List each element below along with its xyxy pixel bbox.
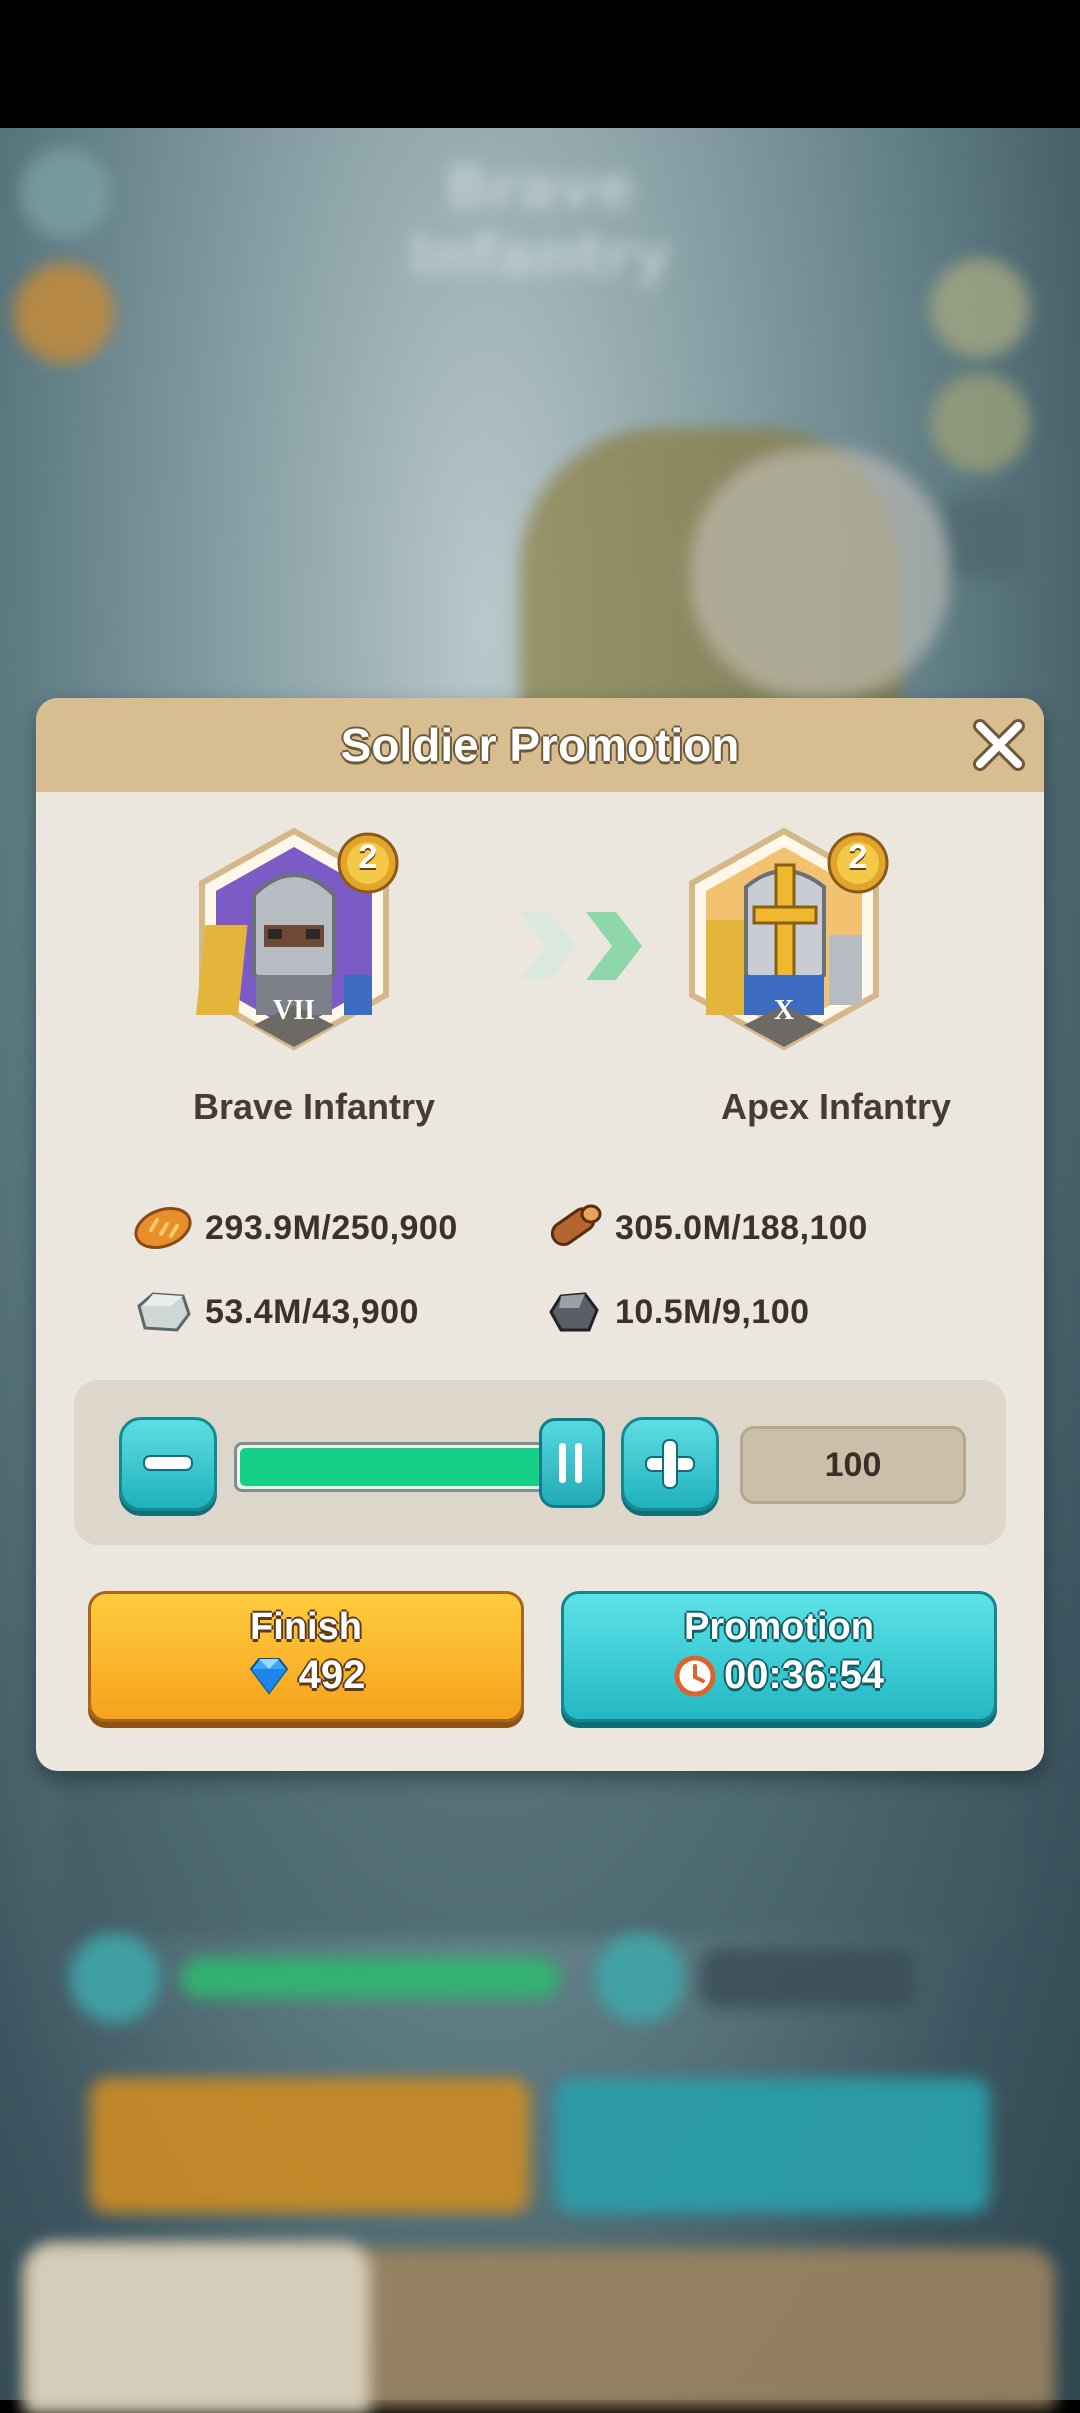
status-bar bbox=[0, 0, 1080, 128]
plus-icon bbox=[645, 1439, 695, 1489]
resource-wood-text: 305.0M/188,100 bbox=[615, 1208, 868, 1247]
background-qty-blurred bbox=[700, 1948, 915, 2008]
slider-thumb[interactable] bbox=[539, 1418, 605, 1508]
from-tier-label: VII bbox=[272, 995, 315, 1026]
background-title: Brave Infantry bbox=[408, 153, 672, 289]
close-icon[interactable] bbox=[970, 716, 1028, 774]
slider-fill bbox=[240, 1448, 564, 1486]
side-icon-blurred bbox=[930, 373, 1030, 473]
background-button-blurred bbox=[90, 2078, 530, 2213]
to-rank-label: 2 bbox=[848, 838, 868, 876]
from-unit-name: Brave Infantry bbox=[192, 1086, 436, 1127]
increase-button[interactable] bbox=[621, 1417, 719, 1511]
promotion-arrow-icon bbox=[520, 912, 642, 980]
soldier-promotion-dialog: Soldier Promotion VII 2 Brave Infantry X… bbox=[36, 698, 1044, 1771]
dialog-title: Soldier Promotion bbox=[340, 719, 740, 771]
promotion-button[interactable]: Promotion 00:36:54 bbox=[561, 1591, 997, 1722]
quantity-slider[interactable] bbox=[234, 1442, 570, 1492]
background-button-blurred bbox=[555, 2078, 990, 2213]
promotion-time: 00:36:54 bbox=[723, 1653, 885, 1697]
from-rank-label: 2 bbox=[358, 838, 378, 876]
diamond-icon bbox=[249, 1657, 288, 1695]
to-unit-name: Apex Infantry bbox=[720, 1086, 952, 1127]
promotion-label: Promotion bbox=[684, 1606, 874, 1648]
resource-food-text: 293.9M/250,900 bbox=[205, 1208, 458, 1247]
wood-log-icon bbox=[550, 1204, 602, 1246]
statue-helmet-blurred bbox=[690, 448, 950, 698]
finish-button[interactable]: Finish 492 bbox=[88, 1591, 524, 1722]
decrease-button[interactable] bbox=[119, 1417, 217, 1511]
background-plus-blurred bbox=[595, 1933, 685, 2023]
stone-icon bbox=[137, 1292, 191, 1332]
finish-cost: 492 bbox=[298, 1653, 366, 1697]
resource-stone-text: 53.4M/43,900 bbox=[205, 1292, 419, 1331]
resource-iron-text: 10.5M/9,100 bbox=[615, 1292, 810, 1331]
resource-iron: 10.5M/9,100 bbox=[541, 1282, 810, 1342]
background-minus-blurred bbox=[70, 1933, 160, 2023]
iron-ore-icon bbox=[549, 1292, 599, 1332]
bread-icon bbox=[134, 1207, 192, 1249]
finish-label: Finish bbox=[250, 1606, 362, 1648]
minus-icon bbox=[143, 1455, 193, 1471]
quantity-input[interactable]: 100 bbox=[740, 1426, 966, 1504]
resource-food: 293.9M/250,900 bbox=[131, 1198, 458, 1258]
resource-stone: 53.4M/43,900 bbox=[131, 1282, 419, 1342]
back-button-blurred bbox=[20, 148, 110, 238]
background-tab-active-blurred bbox=[25, 2243, 370, 2413]
gold-badge-blurred bbox=[14, 263, 114, 363]
side-icon-blurred bbox=[945, 498, 1025, 578]
resource-wood: 305.0M/188,100 bbox=[541, 1198, 868, 1258]
side-icon-blurred bbox=[930, 258, 1030, 358]
background-slider-blurred bbox=[180, 1958, 560, 1998]
to-tier-label: X bbox=[773, 995, 795, 1026]
clock-icon bbox=[674, 1655, 716, 1696]
